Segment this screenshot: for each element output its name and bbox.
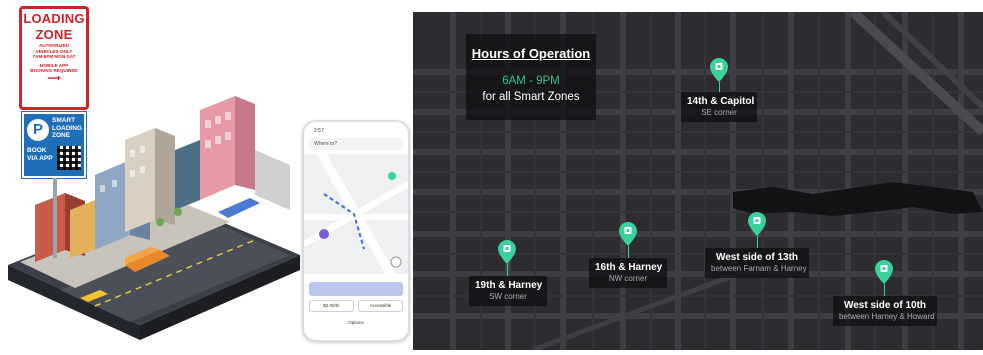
phone-status-time: 2:57 bbox=[314, 128, 324, 134]
smart-sign-line-5: VIA APP bbox=[27, 154, 53, 162]
zone-desc: SE corner bbox=[701, 108, 737, 117]
zone-name: West side of 10th bbox=[843, 300, 927, 311]
map-pin-icon[interactable] bbox=[748, 212, 766, 236]
qr-code-icon bbox=[57, 146, 81, 170]
hours-time: 6AM - 9PM bbox=[502, 75, 560, 87]
zone-desc: between Harney & Howard bbox=[839, 312, 935, 321]
zone-label-16th-harney[interactable]: 16th & Harney NW corner bbox=[589, 258, 667, 288]
parking-icon: P bbox=[27, 119, 49, 141]
sign-pole bbox=[53, 178, 57, 258]
smart-sign-line-1: SMART bbox=[52, 117, 76, 124]
zone-label-14th-capitol[interactable]: 14th & Capitol SE corner bbox=[681, 92, 757, 122]
zone-name: 19th & Harney bbox=[475, 280, 543, 291]
loading-zone-sign: LOADING ZONE AUTHORIZED VEHICLES ONLY 7A… bbox=[19, 6, 89, 110]
map-pin-icon[interactable] bbox=[710, 58, 728, 82]
smart-sign-line-3: ZONE bbox=[52, 132, 71, 139]
selected-zone-panel[interactable] bbox=[309, 282, 403, 296]
zone-label-west-13th[interactable]: West side of 13th between Farnam & Harne… bbox=[705, 248, 809, 278]
loading-sign-title-2: ZONE bbox=[35, 27, 73, 42]
zone-name: 14th & Capitol bbox=[687, 96, 755, 107]
zone-label-19th-harney[interactable]: 19th & Harney SW corner bbox=[469, 276, 547, 306]
smart-zone-illustration: LOADING ZONE AUTHORIZED VEHICLES ONLY 7A… bbox=[0, 0, 300, 350]
phone-map[interactable] bbox=[304, 154, 408, 274]
pin-stem bbox=[628, 246, 629, 258]
pin-stem bbox=[507, 264, 508, 276]
zone-name: West side of 13th bbox=[715, 252, 799, 263]
pin-stem bbox=[884, 284, 885, 296]
zone-desc: NW corner bbox=[608, 274, 648, 283]
zone-label-west-10th[interactable]: West side of 10th between Harney & Howar… bbox=[833, 296, 937, 326]
smart-sign-line-2: LOADING bbox=[52, 124, 82, 132]
map-pin-icon[interactable] bbox=[498, 240, 516, 264]
smart-zones-map[interactable]: Hours of Operation 6AM - 9PM for all Sma… bbox=[413, 12, 983, 350]
loading-sign-title-1: LOADING bbox=[23, 11, 85, 26]
phone-map-overlay bbox=[319, 172, 402, 268]
map-pin-icon[interactable] bbox=[875, 260, 893, 284]
rate-option[interactable]: $2.00/hr bbox=[309, 300, 354, 312]
zone-desc: SW corner bbox=[489, 292, 527, 301]
smart-loading-zone-sign: P SMART LOADING ZONE BOOK VIA APP bbox=[21, 111, 87, 179]
hours-subtitle: for all Smart Zones bbox=[482, 91, 580, 103]
arrow-right-icon: ⟶ bbox=[47, 72, 61, 83]
accessible-option[interactable]: Accessible bbox=[358, 300, 403, 312]
zone-name: 16th & Harney bbox=[595, 262, 663, 273]
pin-stem bbox=[719, 82, 720, 92]
options-button[interactable]: Options bbox=[309, 318, 403, 328]
zone-desc: between Farnam & Harney bbox=[711, 264, 807, 273]
search-input[interactable]: Where to? bbox=[310, 138, 402, 150]
smart-sign-line-4: BOOK bbox=[27, 147, 47, 154]
hours-title: Hours of Operation bbox=[471, 46, 591, 61]
hours-of-operation-box: Hours of Operation 6AM - 9PM for all Sma… bbox=[466, 34, 596, 120]
pin-stem bbox=[757, 236, 758, 248]
phone-app-mockup: 2:57 Where to? $2.00/hr Accessible Optio… bbox=[302, 120, 410, 342]
map-pin-icon[interactable] bbox=[619, 222, 637, 246]
